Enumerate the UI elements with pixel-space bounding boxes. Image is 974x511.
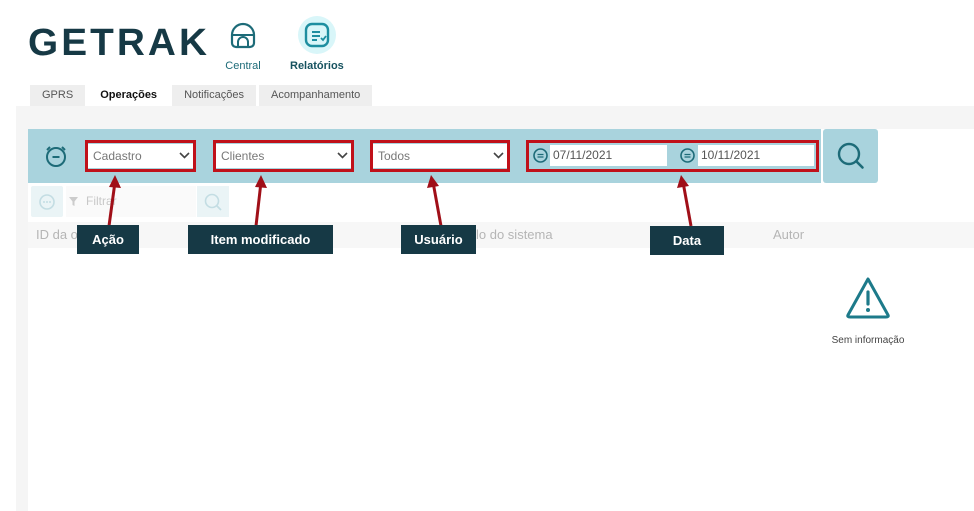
tab-gprs[interactable]: GPRS [30, 85, 86, 106]
column-id[interactable]: ID da o [36, 227, 78, 242]
filter-input[interactable]: Filtrar [66, 186, 196, 217]
reports-icon [297, 16, 336, 54]
empty-message: Sem informação [831, 335, 905, 346]
getrak-logo: GETRAK [28, 24, 210, 60]
table-search-button[interactable] [197, 186, 229, 217]
calendar-clock-icon [46, 146, 66, 167]
tab-acompanhamento[interactable]: Acompanhamento [258, 85, 373, 106]
warning-icon [846, 277, 890, 319]
page: GETRAK Central Relatórios GPRS Operações… [0, 0, 974, 511]
more-options-button[interactable] [31, 186, 63, 217]
tab-operacoes[interactable]: Operações [88, 85, 170, 106]
filter-placeholder: Filtrar [86, 194, 117, 208]
highlight-data [526, 140, 819, 172]
search-button[interactable] [823, 129, 878, 183]
nav-central[interactable]: Central [224, 16, 262, 72]
logo-text: GETRAK [28, 24, 210, 60]
report-tabs: GPRS Operações Notificações Acompanhamen… [30, 85, 373, 106]
nav-relatorios[interactable]: Relatórios [290, 16, 344, 72]
column-autor[interactable]: Autor [773, 227, 804, 242]
callout-acao: Ação [77, 225, 139, 254]
column-modulo[interactable]: lo do sistema [476, 227, 553, 242]
callout-usuario: Usuário [401, 225, 476, 254]
relatorios-label: Relatórios [290, 60, 344, 72]
more-icon [39, 193, 55, 210]
funnel-icon [69, 197, 78, 206]
central-icon [224, 16, 262, 54]
search-icon [837, 142, 864, 169]
search-icon [204, 193, 222, 211]
highlight-acao [85, 140, 196, 172]
highlight-item [213, 140, 354, 172]
callout-item: Item modificado [188, 225, 333, 254]
highlight-usuario [370, 140, 510, 172]
tab-notificacoes[interactable]: Notificações [172, 85, 256, 106]
callout-data: Data [650, 226, 724, 255]
central-label: Central [225, 60, 261, 72]
